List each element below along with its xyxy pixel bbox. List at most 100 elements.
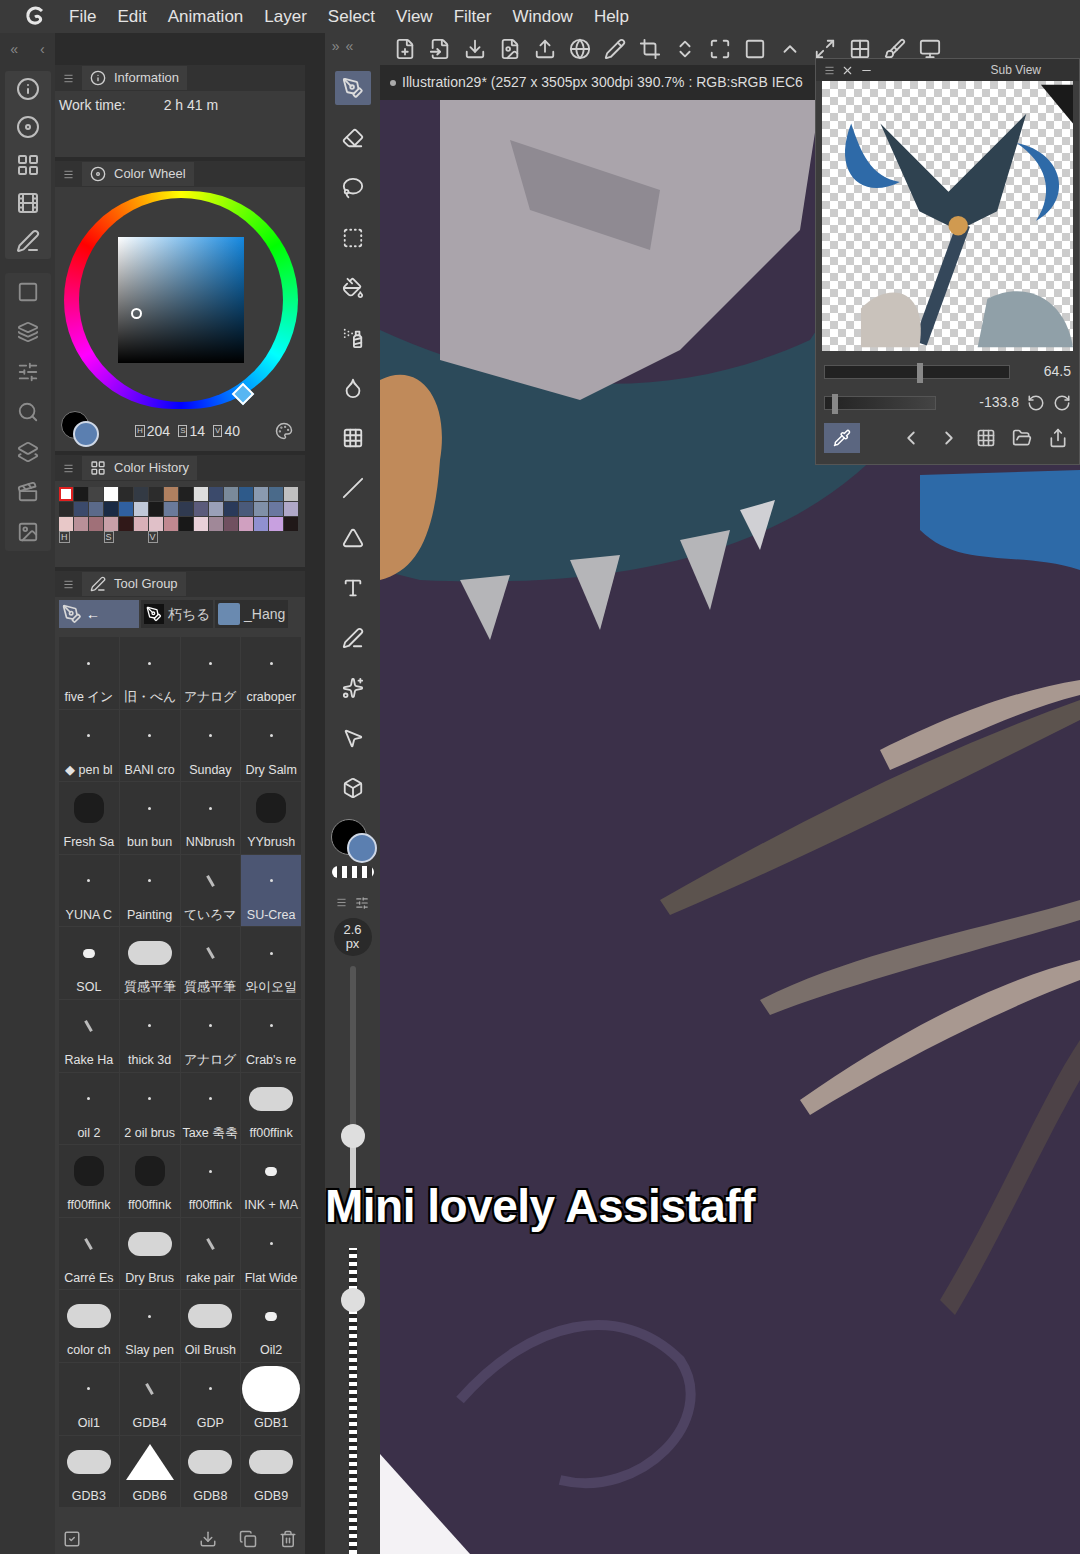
- grip-icon[interactable]: [63, 463, 74, 474]
- color-swatch[interactable]: [104, 487, 118, 501]
- brush-item[interactable]: Crab's re: [241, 1000, 301, 1072]
- transparent-color[interactable]: [332, 866, 374, 878]
- color-swatch[interactable]: [179, 517, 193, 531]
- image-list-icon[interactable]: [976, 428, 996, 448]
- tool-button[interactable]: [335, 721, 371, 755]
- brush-item[interactable]: five イン: [59, 637, 119, 709]
- color-swatch[interactable]: [134, 502, 148, 516]
- sv-marker[interactable]: [131, 308, 142, 319]
- opacity-slider[interactable]: [341, 1248, 365, 1554]
- brush-item[interactable]: Oil1: [59, 1363, 119, 1435]
- color-swatch[interactable]: [284, 487, 298, 501]
- brush-item[interactable]: 質感平筆: [120, 927, 180, 999]
- tool-button[interactable]: [335, 371, 371, 405]
- color-swatch[interactable]: [104, 502, 118, 516]
- brush-item[interactable]: ff00ffink: [241, 1073, 301, 1145]
- color-swatch[interactable]: [209, 487, 223, 501]
- menu-item[interactable]: Help: [594, 4, 629, 30]
- tool-button[interactable]: [335, 571, 371, 605]
- brush-item[interactable]: ◆ pen bl: [59, 710, 119, 782]
- color-swatch[interactable]: [224, 487, 238, 501]
- collapse-button[interactable]: »: [332, 36, 340, 57]
- color-swatch[interactable]: [89, 487, 103, 501]
- app-logo-icon[interactable]: [24, 5, 48, 29]
- tool-button[interactable]: [335, 221, 371, 255]
- color-swatch[interactable]: [119, 502, 133, 516]
- color-swatch[interactable]: [254, 517, 268, 531]
- brush-item[interactable]: GDB8: [181, 1436, 241, 1508]
- command-icon[interactable]: [394, 38, 416, 60]
- command-icon[interactable]: [849, 38, 871, 60]
- brush-item[interactable]: Dry Salm: [241, 710, 301, 782]
- color-swatch[interactable]: [149, 502, 163, 516]
- command-icon[interactable]: [499, 38, 521, 60]
- brush-item[interactable]: Slay pen: [120, 1290, 180, 1362]
- previous-icon[interactable]: [900, 427, 922, 449]
- next-icon[interactable]: [938, 427, 960, 449]
- menu-item[interactable]: Layer: [264, 4, 307, 30]
- color-swatch[interactable]: [104, 517, 118, 531]
- command-icon[interactable]: [674, 38, 696, 60]
- grip-icon[interactable]: [63, 579, 74, 590]
- panel-toggle-icon[interactable]: [16, 153, 40, 177]
- brush-item[interactable]: Oil2: [241, 1290, 301, 1362]
- brush-item[interactable]: Sunday: [181, 710, 241, 782]
- tool-button[interactable]: [335, 621, 371, 655]
- history-mode-label[interactable]: V: [148, 531, 158, 543]
- collapse-button[interactable]: «: [346, 36, 354, 57]
- saturation-value-square[interactable]: [118, 237, 244, 363]
- color-swatch[interactable]: [74, 487, 88, 501]
- canvas-tab[interactable]: Illustration29* (2527 x 3505px 300dpi 39…: [390, 72, 803, 93]
- menu-item[interactable]: Filter: [454, 4, 492, 30]
- slider-knob[interactable]: [341, 1288, 365, 1312]
- color-swatch[interactable]: [194, 517, 208, 531]
- color-swatch[interactable]: [134, 487, 148, 501]
- brush-item[interactable]: bun bun: [120, 782, 180, 854]
- close-icon[interactable]: [841, 64, 854, 77]
- tool-group-tab[interactable]: 朽ちる: [141, 600, 213, 628]
- brush-item[interactable]: SU-Crea: [241, 855, 301, 927]
- color-swatch[interactable]: [224, 502, 238, 516]
- panel-toggle-icon[interactable]: [16, 77, 40, 101]
- panel-toggle-icon[interactable]: [17, 361, 39, 383]
- panel-toggle-icon[interactable]: [16, 115, 40, 139]
- rotate-right-icon[interactable]: [1053, 394, 1071, 412]
- color-swatch[interactable]: [59, 502, 73, 516]
- command-icon[interactable]: [429, 38, 451, 60]
- color-swatch[interactable]: [284, 502, 298, 516]
- tool-button[interactable]: [335, 121, 371, 155]
- zoom-slider[interactable]: [824, 365, 1010, 379]
- color-swatch[interactable]: [164, 487, 178, 501]
- brush-item[interactable]: Fresh Sa: [59, 782, 119, 854]
- brush-item[interactable]: ていろマ: [181, 855, 241, 927]
- color-swatch[interactable]: [89, 502, 103, 516]
- brush-item[interactable]: Carré Es: [59, 1218, 119, 1290]
- color-swatch[interactable]: [224, 517, 238, 531]
- rotate-left-icon[interactable]: [1027, 394, 1045, 412]
- panel-toggle-icon[interactable]: [17, 481, 39, 503]
- menu-item[interactable]: Window: [512, 4, 572, 30]
- brush-item[interactable]: color ch: [59, 1290, 119, 1362]
- sub-color[interactable]: [73, 421, 99, 447]
- brush-item[interactable]: ff00ffink: [120, 1145, 180, 1217]
- import-icon[interactable]: [199, 1530, 217, 1548]
- command-icon[interactable]: [534, 38, 556, 60]
- brush-item[interactable]: BANI cro: [120, 710, 180, 782]
- color-swatch[interactable]: [119, 487, 133, 501]
- collapse-button[interactable]: ‹: [40, 39, 45, 60]
- tool-button[interactable]: [335, 671, 371, 705]
- command-icon[interactable]: [779, 38, 801, 60]
- open-icon[interactable]: [1012, 428, 1032, 448]
- color-swatch[interactable]: [74, 517, 88, 531]
- hue-ring[interactable]: [64, 191, 298, 409]
- sub-color[interactable]: [347, 833, 377, 863]
- tool-group-tab[interactable]: _Hang: [215, 600, 288, 628]
- grip-icon[interactable]: [824, 65, 835, 76]
- tool-group-tab[interactable]: ←: [59, 600, 139, 628]
- brush-item[interactable]: アナログ: [181, 637, 241, 709]
- brush-item[interactable]: Dry Brus: [120, 1218, 180, 1290]
- brush-item[interactable]: thick 3d: [120, 1000, 180, 1072]
- grip-icon[interactable]: [63, 169, 74, 180]
- color-swatch[interactable]: [254, 487, 268, 501]
- panel-toggle-icon[interactable]: [17, 441, 39, 463]
